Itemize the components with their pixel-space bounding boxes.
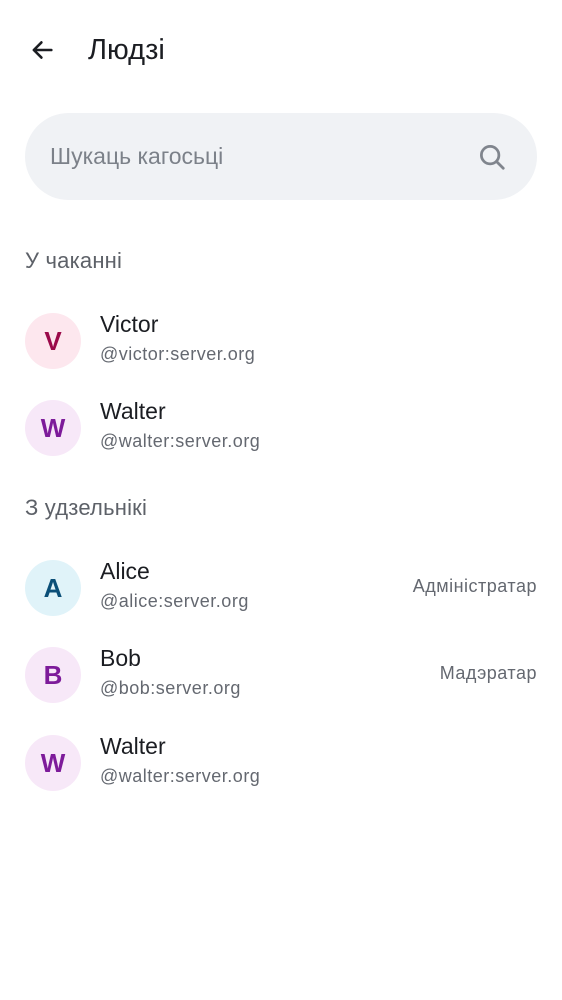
member-id: @alice:server.org (100, 591, 249, 611)
member-id: @walter:server.org (100, 431, 261, 451)
member-role-badge: Адміністратар (412, 576, 537, 596)
member-role-badge: Мадэратар (439, 663, 537, 683)
back-button[interactable] (18, 26, 66, 74)
avatar: B (25, 647, 81, 703)
search-icon[interactable] (477, 142, 507, 172)
member-name: Walter (100, 398, 166, 424)
member-row[interactable]: W Walter @walter:server.org (0, 384, 562, 472)
arrow-left-icon (32, 41, 53, 59)
member-name: Victor (100, 311, 159, 337)
page-title: Людзі (88, 34, 165, 66)
member-id: @walter:server.org (100, 766, 261, 786)
member-name: Bob (100, 645, 141, 671)
member-name: Alice (100, 558, 150, 584)
avatar: A (25, 560, 81, 616)
member-row[interactable]: V Victor @victor:server.org (0, 297, 562, 385)
member-id: @bob:server.org (100, 678, 241, 698)
section-header-pending: У чаканні (25, 248, 123, 273)
search-bar[interactable] (25, 113, 537, 200)
avatar: V (25, 313, 81, 369)
avatar: W (25, 400, 81, 456)
member-id: @victor:server.org (100, 344, 256, 364)
avatar: W (25, 735, 81, 791)
member-row[interactable]: A Alice @alice:server.org Адміністратар (0, 544, 562, 632)
member-row[interactable]: B Bob @bob:server.org Мадэратар (0, 631, 562, 719)
section-header-joined: З удзельнікі (25, 495, 148, 520)
member-row[interactable]: W Walter @walter:server.org (0, 719, 562, 807)
member-name: Walter (100, 733, 166, 759)
search-input[interactable] (25, 113, 465, 200)
top-app-bar: Людзі (0, 0, 562, 100)
